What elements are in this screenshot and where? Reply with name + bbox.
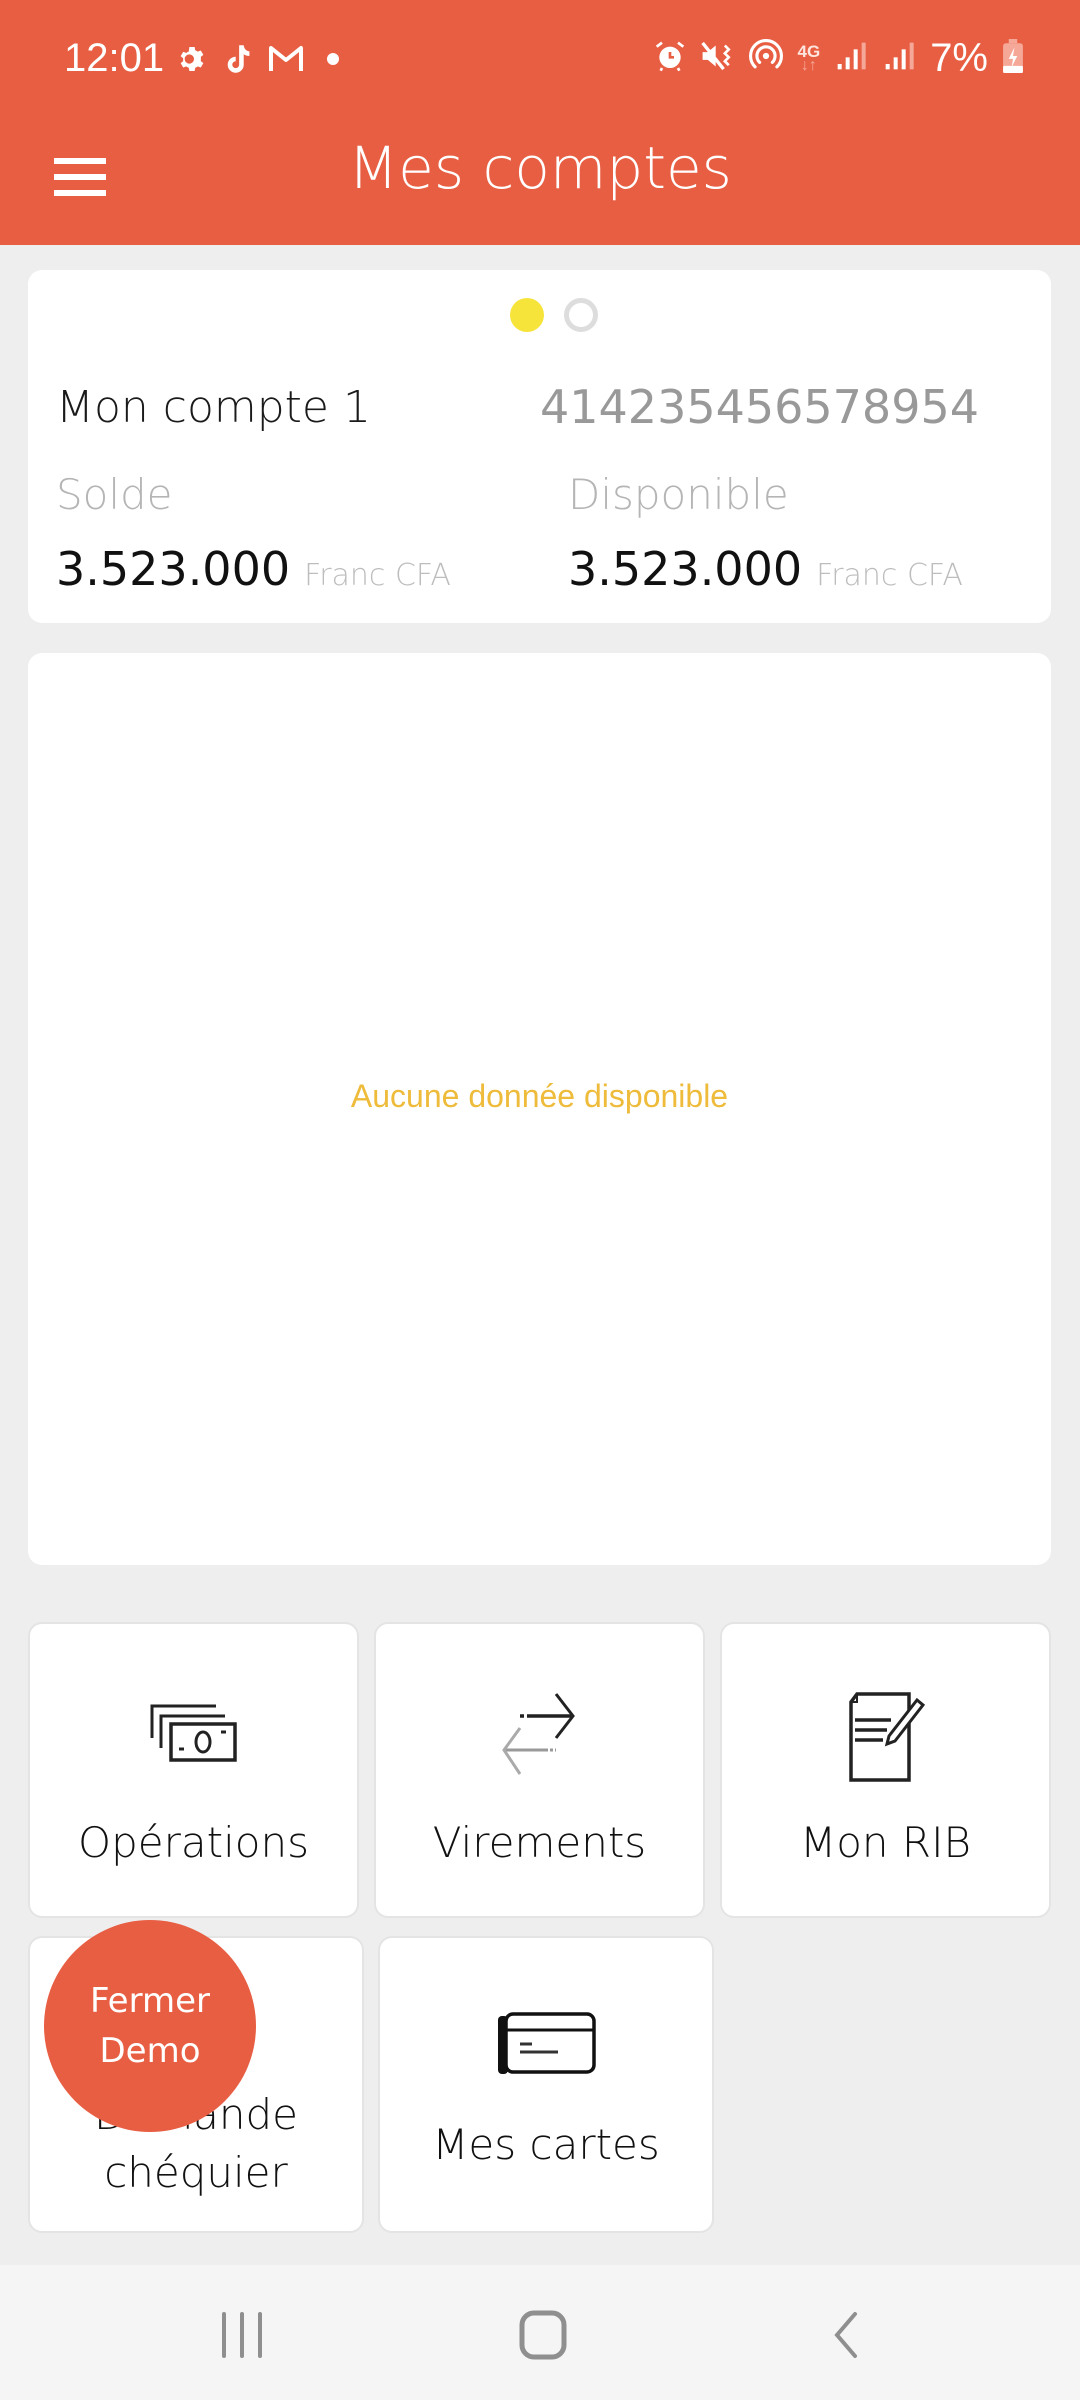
alarm-icon (654, 40, 686, 77)
4g-data-icon: 4G ↓↑ (797, 41, 821, 74)
available-label: Disponible (568, 470, 789, 519)
vibrate-mute-icon (700, 40, 734, 77)
credit-card-icon (496, 2012, 596, 2076)
transfer-arrows-icon (492, 1692, 588, 1778)
chart-card: Aucune donnée disponible (28, 653, 1051, 1565)
balance-currency: Franc CFA (304, 558, 451, 593)
system-nav-bar (0, 2265, 1080, 2400)
account-number: 414235456578954 (540, 380, 979, 434)
header: 12:01 4G ↓↑ 7% Mes comptes (0, 0, 1080, 245)
back-icon[interactable] (806, 2305, 886, 2365)
close-demo-button[interactable]: Fermer Demo (44, 1920, 256, 2132)
balance-value: 3.523.000 Franc CFA (56, 542, 451, 596)
tile-operations[interactable]: Opérations (28, 1622, 359, 1918)
notification-dot-icon (326, 42, 340, 76)
tile-label: Mon RIB (800, 1818, 971, 1867)
signal-icon (834, 40, 868, 77)
account-pager (28, 298, 1051, 332)
available-amount: 3.523.000 (568, 542, 803, 596)
tile-label: Virements (432, 1818, 647, 1867)
settings-icon (176, 42, 208, 76)
account-card[interactable]: Mon compte 1 414235456578954 Solde 3.523… (28, 270, 1051, 623)
tiktok-icon (224, 42, 252, 76)
banknotes-icon (149, 1704, 239, 1764)
tile-mes-cartes[interactable]: Mes cartes (378, 1936, 714, 2233)
status-bar: 12:01 4G ↓↑ 7% (0, 0, 1080, 110)
hotspot-icon (748, 39, 784, 78)
account-name: Mon compte 1 (56, 382, 371, 433)
balance-label: Solde (56, 470, 173, 519)
tile-label: Mes cartes (432, 2120, 660, 2169)
recent-apps-icon[interactable] (202, 2305, 282, 2365)
tile-label: Opérations (78, 1818, 309, 1867)
home-icon[interactable] (503, 2305, 583, 2365)
gmail-icon (268, 42, 304, 76)
battery-charging-icon (1002, 39, 1024, 78)
tile-mon-rib[interactable]: Mon RIB (720, 1622, 1051, 1918)
tile-virements[interactable]: Virements (374, 1622, 705, 1918)
page-title: Mes comptes (348, 134, 732, 202)
status-icons: 4G ↓↑ 7% (654, 36, 1025, 81)
pager-dot[interactable] (563, 298, 598, 332)
available-value: 3.523.000 Franc CFA (568, 542, 963, 596)
pager-dot-active[interactable] (509, 298, 544, 332)
document-edit-icon (841, 1692, 931, 1782)
app-bar: Mes comptes (0, 110, 1080, 245)
balance-amount: 3.523.000 (56, 542, 291, 596)
available-currency: Franc CFA (816, 558, 963, 593)
empty-chart-message: Aucune donnée disponible (350, 1078, 729, 1114)
battery-level: 7% (930, 36, 988, 80)
status-time: 12:01 (64, 36, 165, 80)
signal-icon (882, 40, 916, 77)
